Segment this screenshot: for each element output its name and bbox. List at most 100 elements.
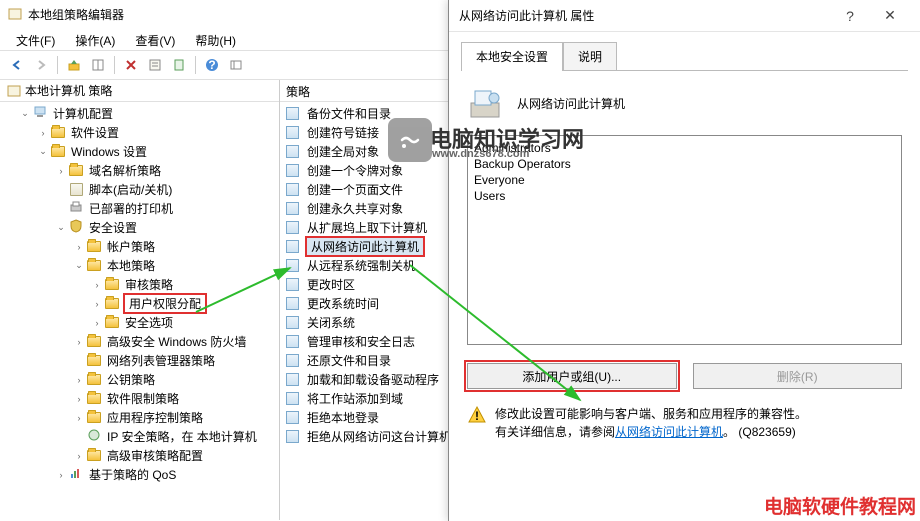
folder-icon [86,392,102,406]
tree-node[interactable]: › 软件限制策略 [0,389,279,408]
watermark-logo [388,118,432,162]
expand-icon[interactable]: › [72,394,86,404]
menu-view[interactable]: 查看(V) [127,30,183,48]
expand-icon[interactable]: › [90,280,104,290]
expand-icon[interactable]: › [36,128,50,138]
collapse-icon[interactable]: ⌄ [18,108,32,119]
tree-header: 本地计算机 策略 [0,80,279,102]
tree-node[interactable]: 脚本(启动/关机) [0,180,279,199]
folder-icon [68,164,84,178]
tree-node[interactable]: ›应用程序控制策略 [0,408,279,427]
folder-icon [50,126,66,140]
tree-label: 本地策略 [105,256,157,275]
policy-icon [286,373,302,387]
policy-label: 创建永久共享对象 [305,199,405,218]
tree-label: 高级安全 Windows 防火墙 [105,332,248,351]
policy-icon [286,202,302,216]
expand-icon[interactable]: › [54,470,68,480]
help-button[interactable]: ? [201,54,223,76]
collapse-icon[interactable]: ⌄ [36,146,50,157]
tree-node[interactable]: ⌄Windows 设置 [0,142,279,161]
close-icon[interactable]: ✕ [870,2,910,30]
tree-node[interactable]: ⌄计算机配置 [0,104,279,123]
tree-label: 网络列表管理器策略 [105,351,217,370]
shield-icon [68,221,84,235]
member-item[interactable]: Everyone [474,172,895,188]
tree-node[interactable]: IP 安全策略，在 本地计算机 [0,427,279,446]
help-icon[interactable]: ? [830,2,870,30]
expand-icon[interactable]: › [72,451,86,461]
delete-button[interactable] [120,54,142,76]
warning-link[interactable]: 从网络访问此计算机 [615,425,723,439]
member-item[interactable]: Users [474,188,895,204]
policy-icon [286,278,302,292]
tree-node[interactable]: ›安全选项 [0,313,279,332]
tree-node[interactable]: 网络列表管理器策略 [0,351,279,370]
menu-help[interactable]: 帮助(H) [187,30,244,48]
dialog-tabs: 本地安全设置 说明 [449,32,920,71]
tree-node[interactable]: ›基于策略的 QoS [0,465,279,484]
window-title: 本地组策略编辑器 [28,6,124,23]
expand-icon[interactable]: › [90,318,104,328]
tree-node[interactable]: ⌄ 本地策略 [0,256,279,275]
tree-node[interactable]: › 软件设置 [0,123,279,142]
show-hide-button[interactable] [87,54,109,76]
expand-icon[interactable]: › [72,413,86,423]
export-button[interactable] [168,54,190,76]
expand-icon[interactable]: › [72,242,86,252]
folder-icon [86,335,102,349]
back-button[interactable] [6,54,28,76]
policy-icon [286,145,302,159]
menu-action[interactable]: 操作(A) [67,30,123,48]
tree-node[interactable]: ›审核策略 [0,275,279,294]
expand-icon[interactable]: › [72,375,86,385]
up-button[interactable] [63,54,85,76]
tree-label: 软件限制策略 [105,389,181,408]
policy-icon [286,430,302,444]
tree-node[interactable]: › 帐户策略 [0,237,279,256]
policy-label: 还原文件和目录 [305,351,393,370]
tree-panel: 本地计算机 策略 ⌄计算机配置 › 软件设置⌄Windows 设置›域名解析策略脚本… [0,80,280,520]
policy-label: 从扩展坞上取下计算机 [305,218,429,237]
policy-icon [286,107,302,121]
tree-node[interactable]: ›用户权限分配 [0,294,279,313]
policy-label: 更改时区 [305,275,357,294]
ipsec-icon [86,430,102,444]
warning-icon: ! [467,405,487,441]
remove-button: 删除(R) [693,363,903,389]
tree-label: 帐户策略 [105,237,157,256]
expand-icon[interactable]: › [90,299,104,309]
properties-button[interactable] [144,54,166,76]
tab-local-security[interactable]: 本地安全设置 [461,42,563,71]
add-user-group-button[interactable]: 添加用户或组(U)... [467,363,677,389]
policy-label: 管理审核和安全日志 [305,332,417,351]
members-list[interactable]: AdministratorsBackup OperatorsEveryoneUs… [467,135,902,345]
collapse-icon[interactable]: ⌄ [72,260,86,271]
tree-node[interactable]: ⌄安全设置 [0,218,279,237]
printer-icon [68,202,84,216]
tree-node[interactable]: › 高级安全 Windows 防火墙 [0,332,279,351]
menu-file[interactable]: 文件(F) [8,30,63,48]
tree-node[interactable]: ›高级审核策略配置 [0,446,279,465]
policy-icon [286,335,302,349]
tree-body[interactable]: ⌄计算机配置 › 软件设置⌄Windows 设置›域名解析策略脚本(启动/关机)已部… [0,102,279,520]
collapse-icon[interactable]: ⌄ [54,222,68,233]
tree-label: 软件设置 [69,123,121,142]
app-icon [8,7,22,21]
filter-button[interactable] [225,54,247,76]
tree-node[interactable]: 已部署的打印机 [0,199,279,218]
tab-explain[interactable]: 说明 [563,42,617,71]
tree-node[interactable]: ›域名解析策略 [0,161,279,180]
forward-button[interactable] [30,54,52,76]
expand-icon[interactable]: › [72,337,86,347]
member-item[interactable]: Administrators [474,140,895,156]
policy-label: 从网络访问此计算机 [305,236,425,257]
policy-icon [286,354,302,368]
scroll-icon [68,183,84,197]
policy-label: 将工作站添加到域 [305,389,405,408]
policy-icon [286,240,302,254]
expand-icon[interactable]: › [54,166,68,176]
member-item[interactable]: Backup Operators [474,156,895,172]
policy-root-icon [6,84,22,98]
tree-node[interactable]: ›公钥策略 [0,370,279,389]
